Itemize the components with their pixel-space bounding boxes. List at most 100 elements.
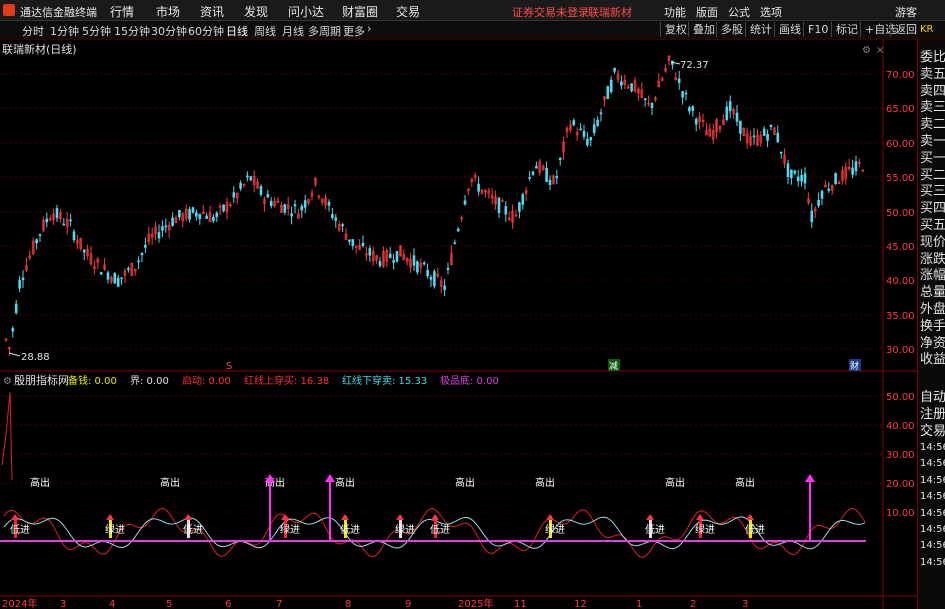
panel-action-2[interactable]: 交易 xyxy=(920,420,945,439)
candle-body xyxy=(691,106,695,111)
candle-body xyxy=(38,234,42,236)
period-day[interactable]: 日线 xyxy=(226,23,248,39)
candle-body xyxy=(456,228,460,232)
candle-body xyxy=(82,249,86,253)
indicator-settings-icon[interactable]: ⚙ xyxy=(3,376,12,387)
menu-caifuquan[interactable]: 财富圈 xyxy=(342,3,378,20)
tool-fuquan[interactable]: 复权 xyxy=(660,22,691,37)
time-tick: 9 xyxy=(405,599,411,609)
tool-huaxian[interactable]: 画线 xyxy=(774,22,805,37)
period-60min[interactable]: 60分钟 xyxy=(188,23,224,39)
close-icon[interactable]: × xyxy=(876,45,884,56)
price-tick: 35.00 xyxy=(886,311,915,322)
candle-body xyxy=(269,200,273,207)
candle-body xyxy=(834,173,837,185)
indicator-value-0: 备钱: 0.00 xyxy=(68,374,117,387)
tool-f10[interactable]: F10 xyxy=(803,22,832,37)
login-warning[interactable]: 证券交易未登录 xyxy=(512,4,589,20)
candle-body xyxy=(548,179,552,185)
candle-body xyxy=(820,190,824,199)
marker-s[interactable]: S xyxy=(226,361,232,372)
period-fenshi[interactable]: 分时 xyxy=(22,23,44,39)
price-tick: 60.00 xyxy=(886,139,915,150)
candle-body xyxy=(725,106,729,120)
tool-tongji[interactable]: 统计 xyxy=(745,22,776,37)
menu-xuanxiang[interactable]: 选项 xyxy=(760,4,782,20)
period-toolbar: 分时 1分钟 5分钟 15分钟 30分钟 60分钟 日线 周线 月线 多周期 更… xyxy=(0,21,945,40)
tick-time-0: 14:56 xyxy=(920,442,945,453)
candle-body xyxy=(239,182,242,189)
candle-body xyxy=(303,200,307,208)
marker-cai[interactable]: 财 xyxy=(850,360,859,372)
buy-arrow-icon xyxy=(646,514,654,520)
menu-gongneng[interactable]: 功能 xyxy=(664,4,686,20)
indicator-tick: 40.00 xyxy=(886,421,915,432)
price-tick: 40.00 xyxy=(886,276,915,287)
signal-high-label: 高出 xyxy=(665,476,685,489)
candle-body xyxy=(555,176,559,179)
menu-zixun[interactable]: 资讯 xyxy=(200,3,224,20)
candle-body xyxy=(650,102,654,109)
candle-body xyxy=(195,212,198,217)
settings-gear-icon[interactable]: ⚙ xyxy=(862,45,871,56)
buy-arrow-icon xyxy=(341,514,349,520)
buy-arrow-icon xyxy=(696,514,704,520)
candle-body xyxy=(463,200,467,205)
candle-body xyxy=(504,206,508,215)
period-more[interactable]: 更多 xyxy=(343,23,365,39)
candle-body xyxy=(334,217,338,221)
candle-body xyxy=(137,260,140,263)
period-5min[interactable]: 5分钟 xyxy=(82,23,111,39)
marker-jian[interactable]: 减 xyxy=(609,360,618,372)
menu-gongshi[interactable]: 公式 xyxy=(728,4,750,20)
menu-jiaoyi[interactable]: 交易 xyxy=(396,3,420,20)
tick-time-3: 14:56 xyxy=(920,491,945,503)
period-week[interactable]: 周线 xyxy=(254,23,276,39)
chart-area[interactable]: 高出 高出 高出 高出 高出 高出 高出 高出低进 绿进 低进 绿进 低进 绿进 低进 绿进 低进 绿进 低进 联… xyxy=(0,40,917,609)
tool-diejia[interactable]: 叠加 xyxy=(688,22,719,37)
menu-wenxiaoda[interactable]: 问小达 xyxy=(288,3,324,20)
chevron-right-icon[interactable]: › xyxy=(367,22,371,35)
candle-body xyxy=(113,273,117,284)
indicator-spike xyxy=(1,391,13,481)
candle-body xyxy=(348,239,351,242)
candle-body xyxy=(528,177,531,179)
tool-fanhui[interactable]: 返回 xyxy=(890,22,921,37)
indicator-tick: 50.00 xyxy=(886,392,915,403)
time-tick: 12 xyxy=(574,599,587,609)
candle-body xyxy=(161,226,164,231)
menu-shichang[interactable]: 市场 xyxy=(156,3,180,20)
indicator-name[interactable]: 殷朋指标网 xyxy=(14,373,69,387)
time-tick: 7 xyxy=(276,599,282,609)
candle-body xyxy=(232,192,236,198)
candle-body xyxy=(688,107,691,112)
signal-low-label: 绿进 xyxy=(395,523,415,536)
candle-body xyxy=(45,218,49,223)
candle-body xyxy=(735,112,739,122)
indicator-tick: 10.00 xyxy=(886,508,915,519)
period-multi[interactable]: 多周期 xyxy=(308,23,341,39)
menu-banmian[interactable]: 版面 xyxy=(696,4,718,20)
candle-body xyxy=(259,186,263,195)
candle-body xyxy=(191,207,195,213)
candle-body xyxy=(800,174,803,182)
period-15min[interactable]: 15分钟 xyxy=(114,23,150,39)
candle-body xyxy=(592,124,596,133)
candle-body xyxy=(222,204,225,212)
candle-body xyxy=(535,166,538,169)
menu-faxian[interactable]: 发现 xyxy=(244,3,268,20)
candle-body xyxy=(752,135,756,138)
candle-body xyxy=(331,214,334,218)
candle-body xyxy=(694,118,698,125)
panel-header: KR xyxy=(920,24,934,35)
tool-biaoji[interactable]: 标记 xyxy=(831,22,862,37)
tool-duogu[interactable]: 多股 xyxy=(716,22,747,37)
candle-body xyxy=(776,132,780,143)
candle-body xyxy=(21,277,25,281)
candle-body xyxy=(178,209,181,218)
menu-hangqing[interactable]: 行情 xyxy=(110,3,134,20)
period-month[interactable]: 月线 xyxy=(282,23,304,39)
period-1min[interactable]: 1分钟 xyxy=(50,23,79,39)
period-30min[interactable]: 30分钟 xyxy=(151,23,187,39)
guest-label[interactable]: 游客 xyxy=(895,4,917,20)
